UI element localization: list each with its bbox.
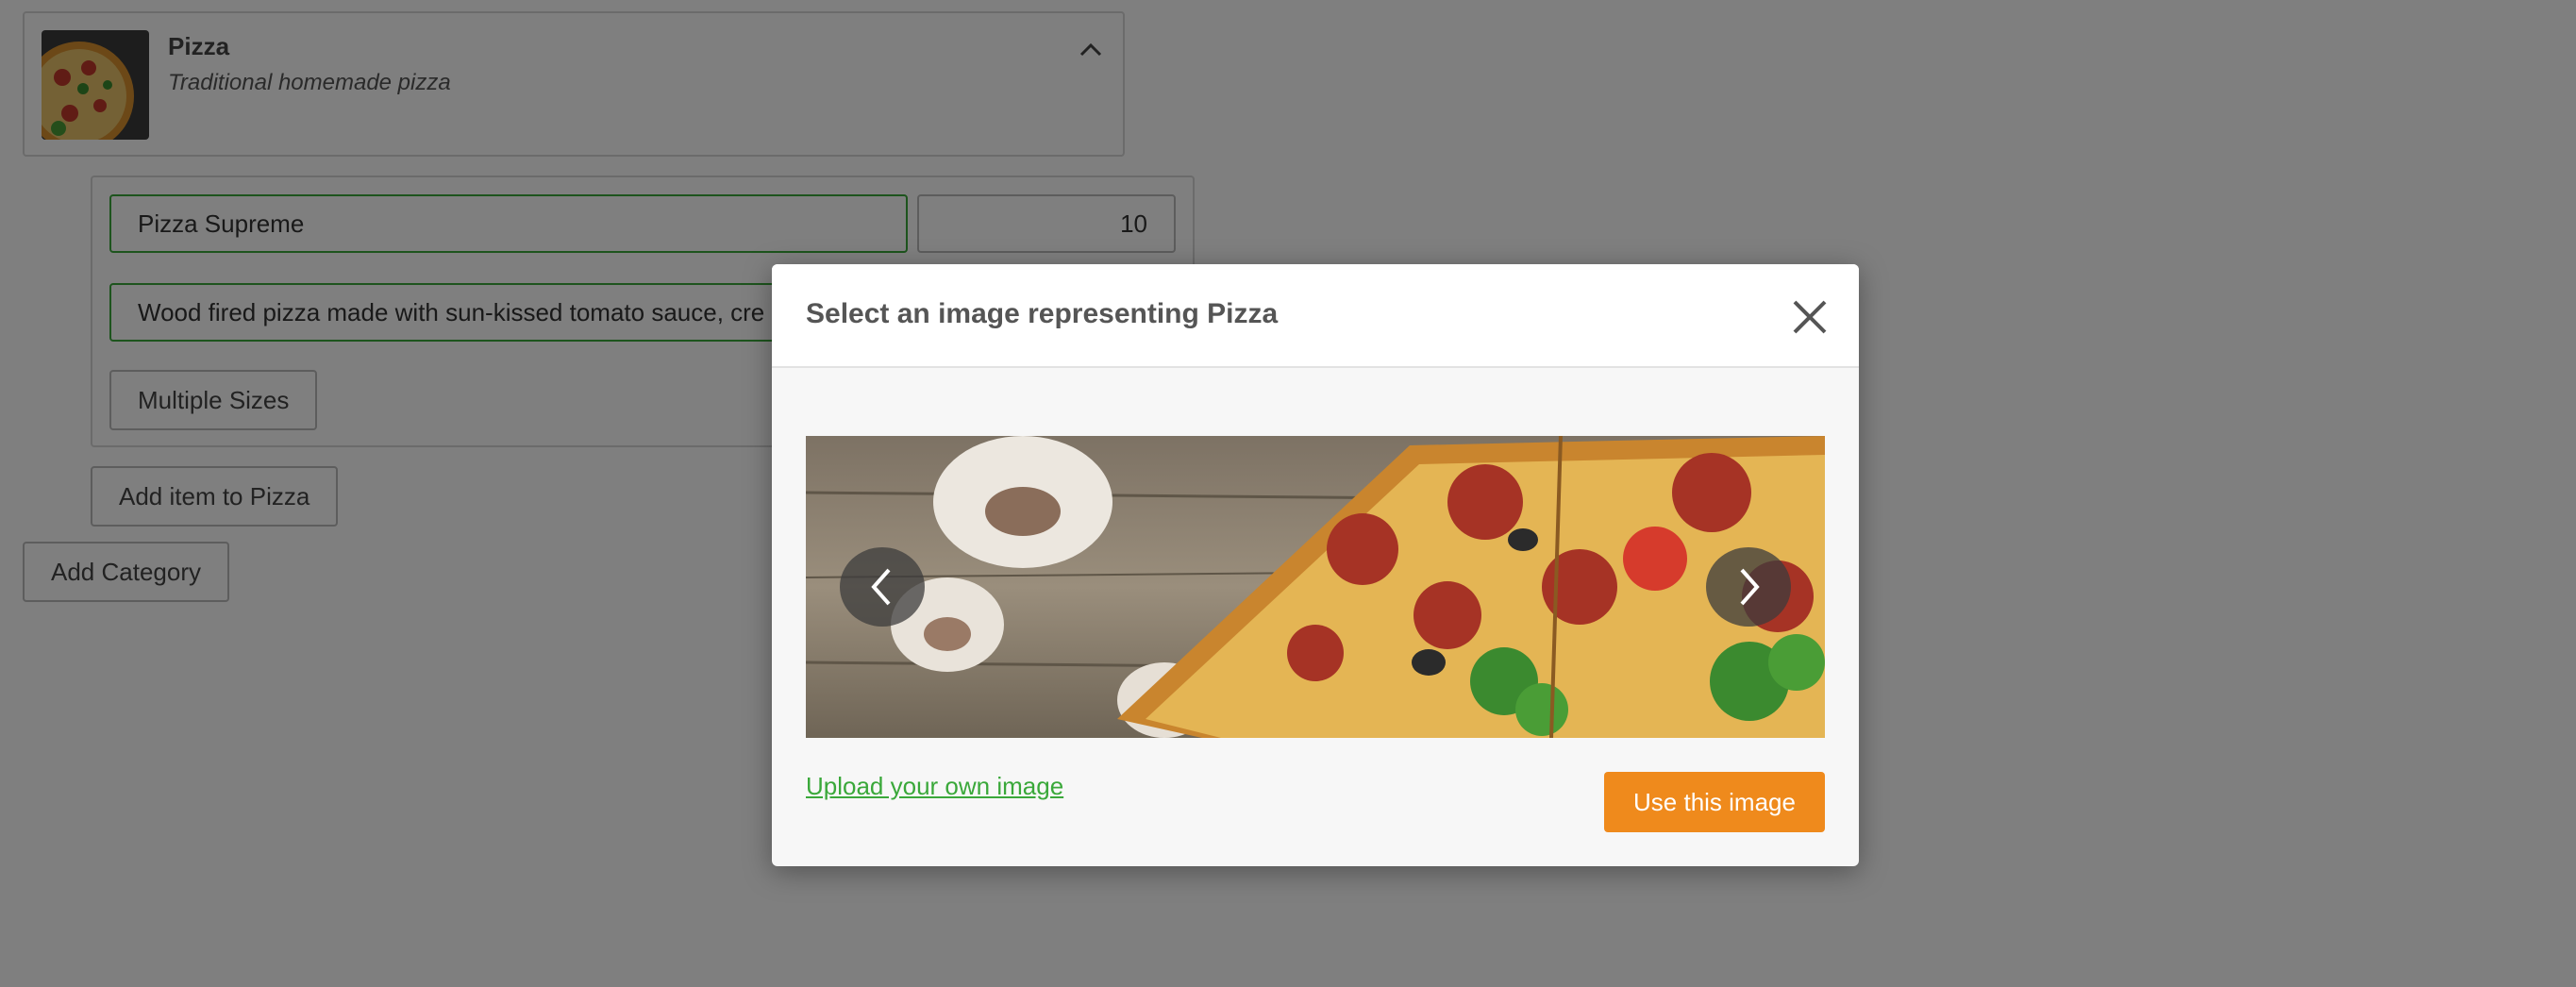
image-select-modal: Select an image representing Pizza Uploa… bbox=[772, 264, 1859, 866]
modal-header: Select an image representing Pizza bbox=[772, 264, 1859, 368]
close-icon[interactable] bbox=[1787, 294, 1832, 340]
chevron-left-icon[interactable] bbox=[840, 547, 925, 627]
chevron-right-icon[interactable] bbox=[1706, 547, 1791, 627]
pizza-photo bbox=[806, 436, 1825, 738]
image-carousel bbox=[806, 436, 1825, 738]
upload-image-link[interactable]: Upload your own image bbox=[806, 772, 1063, 801]
modal-title: Select an image representing Pizza bbox=[806, 298, 1279, 329]
use-image-button[interactable]: Use this image bbox=[1604, 772, 1825, 832]
